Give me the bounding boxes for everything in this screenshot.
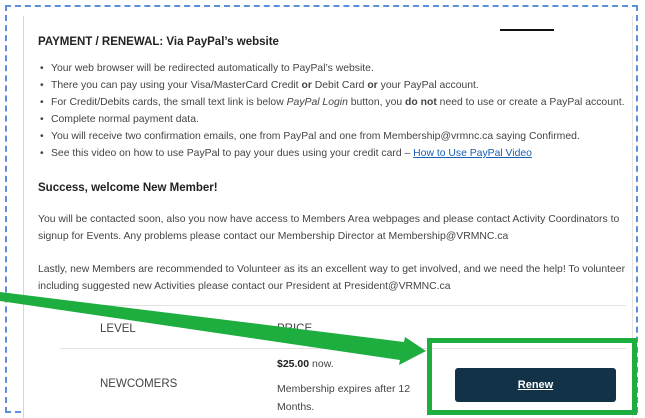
table-divider	[60, 305, 626, 306]
membership-level: NEWCOMERS	[100, 378, 178, 390]
payment-heading: PAYMENT / RENEWAL: Via PayPal’s website	[38, 36, 279, 48]
list-item: • See this video on how to use PayPal to …	[40, 147, 532, 159]
renew-button[interactable]: Renew	[455, 368, 616, 402]
column-header-price: PRICE	[277, 323, 313, 335]
list-item: • For Credit/Debits cards, the small text…	[40, 96, 625, 108]
list-item: • Complete normal payment data.	[40, 113, 199, 125]
list-item: • You will receive two confirmation email…	[40, 130, 580, 142]
success-paragraph-contact: You will be contacted soon, also you now…	[38, 214, 620, 242]
success-paragraph-volunteer: Lastly, new Members are recommended to V…	[38, 264, 626, 292]
membership-expiry-note: Membership expires after 12 Months.	[277, 383, 411, 413]
paypal-video-link[interactable]: How to Use PayPal Video	[413, 148, 532, 159]
column-header-level: LEVEL	[100, 323, 136, 335]
list-item: • Your web browser will be redirected aut…	[40, 63, 374, 74]
success-heading: Success, welcome New Member!	[38, 182, 218, 194]
decorative-line	[500, 29, 554, 31]
payment-instructions-list: • Your web browser will be redirected aut…	[38, 62, 628, 164]
price-amount: $25.00 now.	[277, 358, 334, 370]
list-item: • There you can pay using your Visa/Maste…	[40, 79, 479, 91]
